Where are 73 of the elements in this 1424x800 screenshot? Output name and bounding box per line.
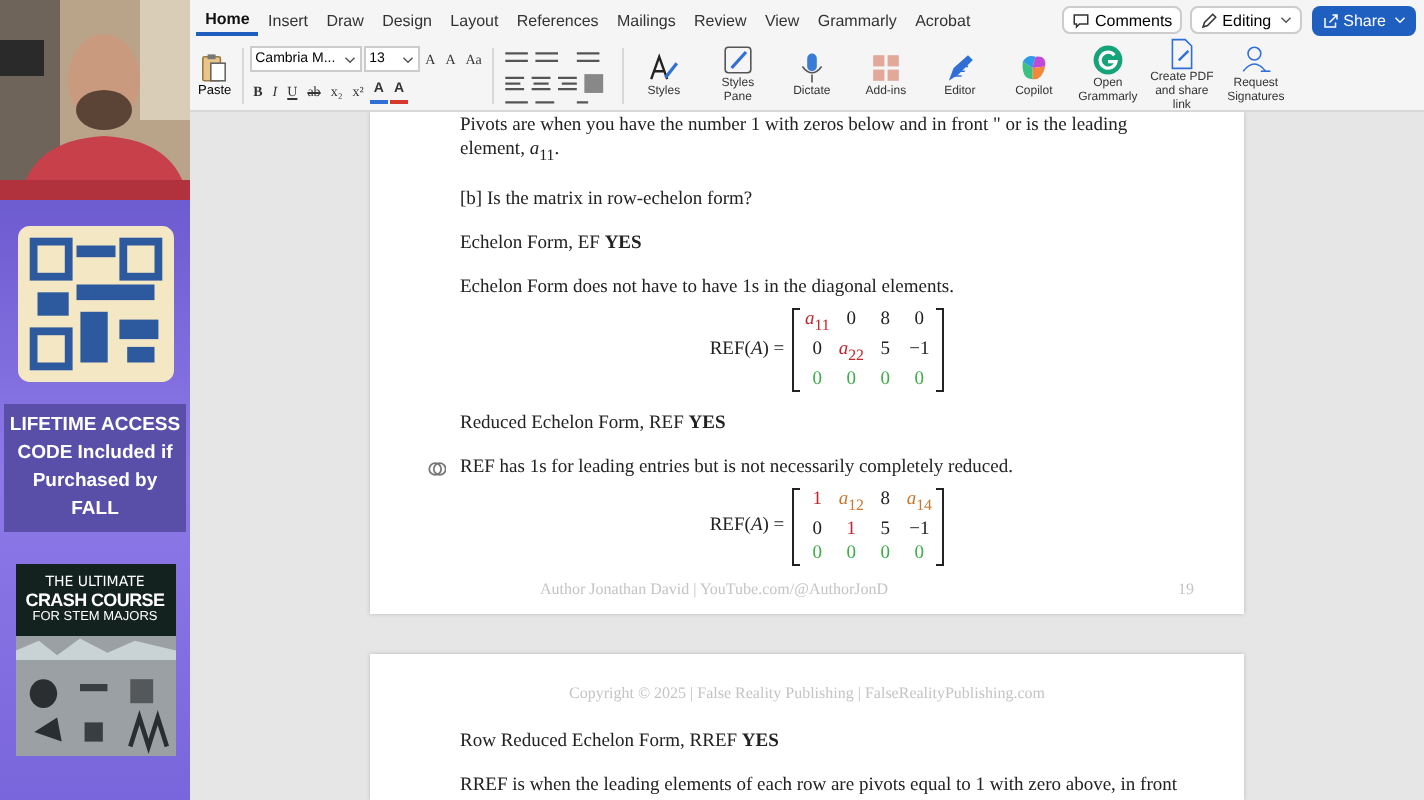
matrix-entry: 0 <box>846 307 857 334</box>
ribbon-tab[interactable]: Mailings <box>607 4 685 36</box>
paragraph: [b] Is the matrix in row-echelon form? <box>460 189 753 210</box>
share-button[interactable]: Share <box>1311 5 1416 35</box>
comments-button[interactable]: Comments <box>1062 6 1183 34</box>
ribbon-tab[interactable]: Insert <box>258 4 318 36</box>
matrix-entry: −1 <box>909 337 930 364</box>
matrix-entry: 0 <box>914 541 925 566</box>
matrix-entry: 8 <box>880 487 891 514</box>
pencil-icon <box>1200 11 1219 29</box>
ribbon-tab[interactable]: Draw <box>317 4 373 36</box>
caret-icon <box>1279 16 1292 24</box>
matrix-entry: a$_{12}$ <box>838 487 864 518</box>
matrix-label: REF(A) = <box>709 337 785 362</box>
ribbon-tab[interactable]: References <box>507 4 608 36</box>
matrix-entry: 0 <box>812 517 823 542</box>
matrix-entry: 0 <box>880 541 891 566</box>
pen-icon <box>943 51 976 83</box>
comment-icon[interactable] <box>428 459 446 478</box>
styles-icon <box>647 51 680 83</box>
paragraph: REF has 1s for leading entries but is not necessarily completely reduced. <box>460 457 1013 478</box>
matrix-entry: 8 <box>880 307 891 334</box>
editing-button[interactable]: Editing <box>1190 6 1302 34</box>
page-number: 19 <box>1178 577 1194 602</box>
paragraph: Reduced Echelon Form, REF YES <box>460 413 726 434</box>
matrix-entry: 0 <box>846 367 857 392</box>
ribbon-tab[interactable]: Layout <box>441 4 508 36</box>
page-footer: Author Jonathan David | YouTube.com/@AuthorJonD <box>540 577 889 602</box>
caret-icon <box>1394 16 1406 24</box>
book-title: CRASH COURSE <box>25 590 165 610</box>
ribbon-tab[interactable]: Grammarly <box>808 4 906 36</box>
comment-icon <box>1072 11 1091 29</box>
paragraph: Pivots are when you have the number 1 with zeros below and in front " or is the leading element, a$_{11}$. <box>460 116 1128 160</box>
ribbon-tab[interactable]: Design <box>372 4 442 36</box>
ribbon-tab[interactable]: Home <box>196 4 259 36</box>
matrix-entry: 1 <box>846 517 857 542</box>
matrix-entry: a$_{11}$ <box>804 307 830 338</box>
paragraph: Echelon Form, EF YES <box>460 233 642 254</box>
matrix-entry: 0 <box>812 541 823 566</box>
grid-icon <box>869 51 902 83</box>
matrix-entry: 5 <box>880 517 891 542</box>
matrix-entry: a$_{14}$ <box>906 487 932 518</box>
right-bracket <box>936 487 945 566</box>
share-icon <box>1321 11 1340 29</box>
paragraph: RREF is when the leading elements of each row are pivots equal to 1 with zero above, in front <box>460 775 1178 796</box>
caret-icon <box>343 55 356 63</box>
paragraph: Echelon Form does not have to have 1s in the diagonal elements. <box>460 277 954 298</box>
clipboard-icon <box>198 52 231 84</box>
right-bracket <box>936 307 945 392</box>
matrix-entry: a$_{22}$ <box>838 337 864 368</box>
matrix-entry: 0 <box>812 337 823 364</box>
matrix-entry: 0 <box>846 541 857 566</box>
paragraph: Row Reduced Echelon Form, RREF YES <box>460 731 779 752</box>
left-bracket <box>792 487 801 566</box>
matrix-label: REF(A) = <box>709 514 785 539</box>
matrix-entry: 1 <box>812 487 823 514</box>
ribbon-tab[interactable]: Acrobat <box>906 4 980 36</box>
left-bracket <box>792 307 801 392</box>
ribbon-tab[interactable]: Review <box>684 4 756 36</box>
caret-icon <box>401 55 414 63</box>
matrix-entry: 0 <box>812 367 823 392</box>
swirl-icon <box>1017 51 1050 83</box>
matrix-entry: 0 <box>880 367 891 392</box>
ribbon-tab[interactable]: View <box>755 4 809 36</box>
circle-icon <box>1091 44 1124 76</box>
styles-pane-icon <box>721 44 754 76</box>
promo-text: LIFETIME ACCESS CODE Included if Purchased by FALL <box>4 404 186 532</box>
matrix-entry: 0 <box>914 367 925 392</box>
person-icon <box>1239 44 1272 76</box>
matrix-entry: −1 <box>909 517 930 542</box>
page-header: Copyright © 2025 | False Reality Publishing | FalseRealityPublishing.com <box>567 681 1047 706</box>
matrix-entry: 0 <box>914 307 925 334</box>
matrix-entry: 5 <box>880 337 891 364</box>
